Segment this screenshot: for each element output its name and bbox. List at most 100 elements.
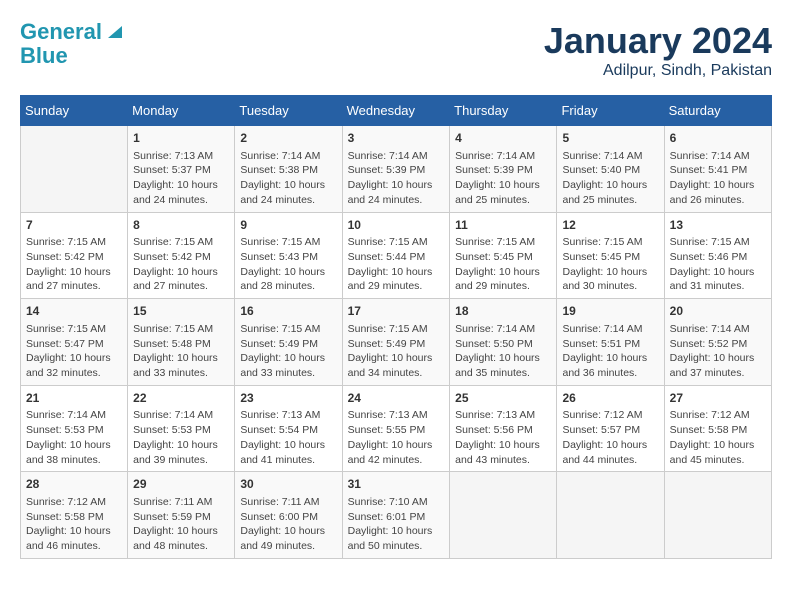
sunrise-info: Sunrise: 7:14 AM — [455, 149, 551, 164]
sunset-info: Sunset: 5:56 PM — [455, 423, 551, 438]
day-number: 21 — [26, 390, 122, 407]
sunset-info: Sunset: 5:39 PM — [455, 163, 551, 178]
daylight-info: Daylight: 10 hours and 32 minutes. — [26, 351, 122, 380]
sunrise-info: Sunrise: 7:10 AM — [348, 495, 445, 510]
sunset-info: Sunset: 5:41 PM — [670, 163, 766, 178]
day-number: 14 — [26, 303, 122, 320]
sunrise-info: Sunrise: 7:11 AM — [133, 495, 229, 510]
daylight-info: Daylight: 10 hours and 27 minutes. — [133, 265, 229, 294]
sunset-info: Sunset: 5:43 PM — [240, 250, 336, 265]
day-number: 25 — [455, 390, 551, 407]
daylight-info: Daylight: 10 hours and 45 minutes. — [670, 438, 766, 467]
day-number: 26 — [562, 390, 658, 407]
weekday-header-thursday: Thursday — [450, 96, 557, 126]
day-number: 3 — [348, 130, 445, 147]
sunrise-info: Sunrise: 7:15 AM — [26, 235, 122, 250]
day-number: 13 — [670, 217, 766, 234]
day-number: 4 — [455, 130, 551, 147]
calendar-cell: 12 Sunrise: 7:15 AM Sunset: 5:45 PM Dayl… — [557, 212, 664, 299]
day-number: 31 — [348, 476, 445, 493]
calendar-cell: 14 Sunrise: 7:15 AM Sunset: 5:47 PM Dayl… — [21, 299, 128, 386]
sunset-info: Sunset: 5:42 PM — [133, 250, 229, 265]
weekday-header-saturday: Saturday — [664, 96, 771, 126]
sunset-info: Sunset: 5:45 PM — [455, 250, 551, 265]
daylight-info: Daylight: 10 hours and 48 minutes. — [133, 524, 229, 553]
sunrise-info: Sunrise: 7:14 AM — [562, 149, 658, 164]
sunset-info: Sunset: 5:58 PM — [670, 423, 766, 438]
daylight-info: Daylight: 10 hours and 38 minutes. — [26, 438, 122, 467]
sunset-info: Sunset: 5:52 PM — [670, 337, 766, 352]
sunset-info: Sunset: 5:40 PM — [562, 163, 658, 178]
daylight-info: Daylight: 10 hours and 25 minutes. — [562, 178, 658, 207]
sunset-info: Sunset: 5:38 PM — [240, 163, 336, 178]
daylight-info: Daylight: 10 hours and 30 minutes. — [562, 265, 658, 294]
sunrise-info: Sunrise: 7:15 AM — [133, 235, 229, 250]
daylight-info: Daylight: 10 hours and 50 minutes. — [348, 524, 445, 553]
sunset-info: Sunset: 6:00 PM — [240, 510, 336, 525]
daylight-info: Daylight: 10 hours and 33 minutes. — [240, 351, 336, 380]
calendar-cell: 18 Sunrise: 7:14 AM Sunset: 5:50 PM Dayl… — [450, 299, 557, 386]
week-row-4: 21 Sunrise: 7:14 AM Sunset: 5:53 PM Dayl… — [21, 385, 772, 472]
weekday-header-tuesday: Tuesday — [235, 96, 342, 126]
sunrise-info: Sunrise: 7:15 AM — [26, 322, 122, 337]
week-row-1: 1 Sunrise: 7:13 AM Sunset: 5:37 PM Dayli… — [21, 126, 772, 213]
sunset-info: Sunset: 5:58 PM — [26, 510, 122, 525]
day-number: 10 — [348, 217, 445, 234]
day-number: 2 — [240, 130, 336, 147]
sunset-info: Sunset: 5:51 PM — [562, 337, 658, 352]
calendar-cell: 21 Sunrise: 7:14 AM Sunset: 5:53 PM Dayl… — [21, 385, 128, 472]
calendar-cell: 20 Sunrise: 7:14 AM Sunset: 5:52 PM Dayl… — [664, 299, 771, 386]
daylight-info: Daylight: 10 hours and 42 minutes. — [348, 438, 445, 467]
sunrise-info: Sunrise: 7:14 AM — [562, 322, 658, 337]
calendar-table: SundayMondayTuesdayWednesdayThursdayFrid… — [20, 95, 772, 559]
daylight-info: Daylight: 10 hours and 31 minutes. — [670, 265, 766, 294]
day-number: 18 — [455, 303, 551, 320]
sunrise-info: Sunrise: 7:15 AM — [670, 235, 766, 250]
calendar-cell: 11 Sunrise: 7:15 AM Sunset: 5:45 PM Dayl… — [450, 212, 557, 299]
day-number: 22 — [133, 390, 229, 407]
calendar-cell: 30 Sunrise: 7:11 AM Sunset: 6:00 PM Dayl… — [235, 472, 342, 559]
day-number: 17 — [348, 303, 445, 320]
daylight-info: Daylight: 10 hours and 36 minutes. — [562, 351, 658, 380]
daylight-info: Daylight: 10 hours and 24 minutes. — [133, 178, 229, 207]
logo-blue-text: Blue — [20, 44, 68, 68]
day-number: 29 — [133, 476, 229, 493]
daylight-info: Daylight: 10 hours and 49 minutes. — [240, 524, 336, 553]
day-number: 11 — [455, 217, 551, 234]
calendar-cell: 4 Sunrise: 7:14 AM Sunset: 5:39 PM Dayli… — [450, 126, 557, 213]
sunrise-info: Sunrise: 7:14 AM — [240, 149, 336, 164]
weekday-header-sunday: Sunday — [21, 96, 128, 126]
calendar-cell: 23 Sunrise: 7:13 AM Sunset: 5:54 PM Dayl… — [235, 385, 342, 472]
calendar-cell: 7 Sunrise: 7:15 AM Sunset: 5:42 PM Dayli… — [21, 212, 128, 299]
sunset-info: Sunset: 5:50 PM — [455, 337, 551, 352]
day-number: 15 — [133, 303, 229, 320]
sunrise-info: Sunrise: 7:14 AM — [670, 149, 766, 164]
daylight-info: Daylight: 10 hours and 43 minutes. — [455, 438, 551, 467]
day-number: 8 — [133, 217, 229, 234]
calendar-subtitle: Adilpur, Sindh, Pakistan — [544, 62, 772, 80]
day-number: 1 — [133, 130, 229, 147]
day-number: 19 — [562, 303, 658, 320]
sunset-info: Sunset: 5:49 PM — [240, 337, 336, 352]
day-number: 24 — [348, 390, 445, 407]
sunset-info: Sunset: 5:47 PM — [26, 337, 122, 352]
daylight-info: Daylight: 10 hours and 41 minutes. — [240, 438, 336, 467]
day-number: 12 — [562, 217, 658, 234]
sunrise-info: Sunrise: 7:15 AM — [455, 235, 551, 250]
daylight-info: Daylight: 10 hours and 37 minutes. — [670, 351, 766, 380]
sunset-info: Sunset: 5:48 PM — [133, 337, 229, 352]
calendar-cell: 17 Sunrise: 7:15 AM Sunset: 5:49 PM Dayl… — [342, 299, 450, 386]
calendar-cell: 22 Sunrise: 7:14 AM Sunset: 5:53 PM Dayl… — [128, 385, 235, 472]
sunset-info: Sunset: 5:55 PM — [348, 423, 445, 438]
week-row-3: 14 Sunrise: 7:15 AM Sunset: 5:47 PM Dayl… — [21, 299, 772, 386]
weekday-header-wednesday: Wednesday — [342, 96, 450, 126]
daylight-info: Daylight: 10 hours and 33 minutes. — [133, 351, 229, 380]
page-header: General Blue January 2024 Adilpur, Sindh… — [20, 20, 772, 80]
sunset-info: Sunset: 6:01 PM — [348, 510, 445, 525]
sunset-info: Sunset: 5:59 PM — [133, 510, 229, 525]
calendar-cell: 28 Sunrise: 7:12 AM Sunset: 5:58 PM Dayl… — [21, 472, 128, 559]
day-number: 6 — [670, 130, 766, 147]
calendar-cell: 25 Sunrise: 7:13 AM Sunset: 5:56 PM Dayl… — [450, 385, 557, 472]
sunset-info: Sunset: 5:53 PM — [26, 423, 122, 438]
sunrise-info: Sunrise: 7:14 AM — [455, 322, 551, 337]
